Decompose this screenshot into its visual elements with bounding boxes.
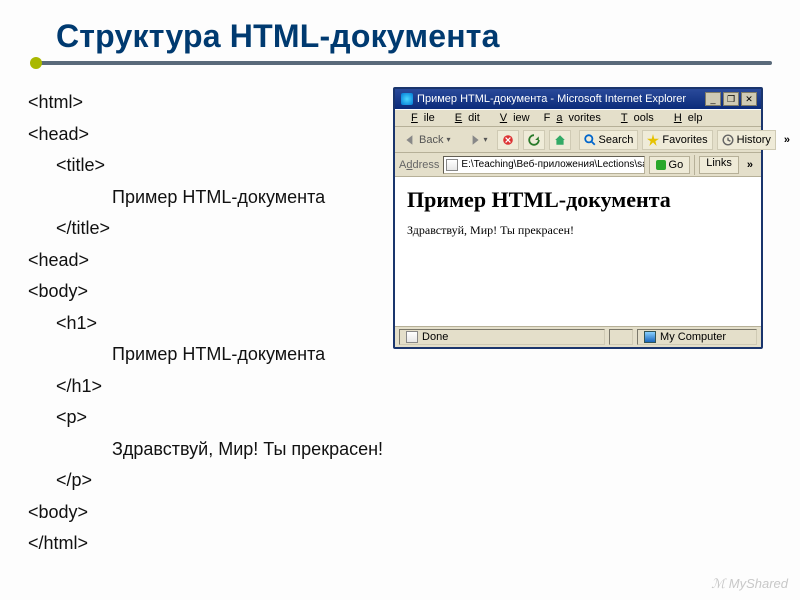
code-listing: <html> <head> <title> Пример HTML-докуме… xyxy=(28,87,383,560)
home-button[interactable] xyxy=(549,130,571,150)
code-line: <head> xyxy=(28,119,383,151)
code-line: </html> xyxy=(28,528,383,560)
search-icon xyxy=(584,134,596,146)
favorites-label: Favorites xyxy=(662,134,707,146)
code-line: Пример HTML-документа xyxy=(112,182,383,214)
code-line: <body> xyxy=(28,497,383,529)
links-overflow[interactable]: » xyxy=(743,159,757,171)
menu-file[interactable]: File xyxy=(399,111,441,125)
window-title: Пример HTML-документа - Microsoft Intern… xyxy=(417,93,686,105)
stop-icon xyxy=(502,134,514,146)
status-zone-label: My Computer xyxy=(660,331,726,343)
go-button[interactable]: Go xyxy=(649,156,691,174)
status-bar: Done My Computer xyxy=(395,327,761,347)
search-label: Search xyxy=(599,134,634,146)
ie-icon xyxy=(401,93,413,105)
window-controls: _ ❐ ✕ xyxy=(705,92,757,106)
code-line: <html> xyxy=(28,87,383,119)
status-empty xyxy=(609,329,633,345)
code-line: Здравствуй, Мир! Ты прекрасен! xyxy=(112,434,383,466)
code-line: <title> xyxy=(56,150,383,182)
back-label: Back xyxy=(419,134,443,146)
browser-viewport: Пример HTML-документа Здравствуй, Мир! Т… xyxy=(395,177,761,327)
status-zone: My Computer xyxy=(637,329,757,345)
history-icon xyxy=(722,134,734,146)
go-icon xyxy=(656,160,666,170)
toolbar: Back ▾ ▾ xyxy=(395,127,761,153)
watermark-text: MyShared xyxy=(729,576,788,591)
document-icon xyxy=(446,159,458,171)
code-line: </h1> xyxy=(56,371,383,403)
code-line: <p> xyxy=(56,402,383,434)
forward-button[interactable]: ▾ xyxy=(464,130,493,150)
search-button[interactable]: Search xyxy=(579,130,639,150)
menu-edit[interactable]: Edit xyxy=(443,111,486,125)
content-row: <html> <head> <title> Пример HTML-докуме… xyxy=(28,87,772,560)
page-heading: Пример HTML-документа xyxy=(407,187,749,213)
toolbar-separator xyxy=(694,155,695,175)
status-done: Done xyxy=(399,329,605,345)
computer-icon xyxy=(644,331,656,343)
menu-view[interactable]: View xyxy=(488,111,536,125)
forward-arrow-icon xyxy=(469,134,481,146)
code-line: <body> xyxy=(28,276,383,308)
refresh-icon xyxy=(528,134,540,146)
address-value: E:\Teaching\Веб-приложения\Lections\samp… xyxy=(461,159,644,170)
menubar: File Edit View Favorites Tools Help xyxy=(395,109,761,127)
minimize-button[interactable]: _ xyxy=(705,92,721,106)
address-bar: Address E:\Teaching\Веб-приложения\Lecti… xyxy=(395,153,761,177)
code-line: <head> xyxy=(28,245,383,277)
close-button[interactable]: ✕ xyxy=(741,92,757,106)
slide: Структура HTML-документа <html> <head> <… xyxy=(0,0,800,600)
chevron-down-icon: ▾ xyxy=(484,135,488,144)
slide-title: Структура HTML-документа xyxy=(56,18,772,55)
links-button[interactable]: Links xyxy=(699,156,739,174)
address-label: Address xyxy=(399,159,439,171)
toolbar-overflow[interactable]: » xyxy=(780,134,794,146)
back-arrow-icon xyxy=(404,134,416,146)
home-icon xyxy=(554,134,566,146)
document-icon xyxy=(406,331,418,343)
menu-favorites[interactable]: Favorites xyxy=(538,111,607,125)
favorites-button[interactable]: Favorites xyxy=(642,130,712,150)
menu-help[interactable]: Help xyxy=(662,111,709,125)
links-label: Links xyxy=(706,157,732,169)
back-button[interactable]: Back ▾ xyxy=(399,130,455,150)
watermark: ℳ MyShared xyxy=(711,576,788,592)
code-line: Пример HTML-документа xyxy=(112,339,383,371)
maximize-button[interactable]: ❐ xyxy=(723,92,739,106)
go-label: Go xyxy=(669,159,684,171)
refresh-button[interactable] xyxy=(523,130,545,150)
page-paragraph: Здравствуй, Мир! Ты прекрасен! xyxy=(407,223,749,238)
code-line: <h1> xyxy=(56,308,383,340)
chevron-down-icon: ▾ xyxy=(447,135,451,144)
stop-button[interactable] xyxy=(497,130,519,150)
titlebar[interactable]: Пример HTML-документа - Microsoft Intern… xyxy=(395,89,761,109)
menu-tools[interactable]: Tools xyxy=(609,111,660,125)
browser-window: Пример HTML-документа - Microsoft Intern… xyxy=(393,87,763,349)
code-line: </p> xyxy=(56,465,383,497)
star-icon xyxy=(647,134,659,146)
history-button[interactable]: History xyxy=(717,130,776,150)
code-line: </title> xyxy=(56,213,383,245)
address-input[interactable]: E:\Teaching\Веб-приложения\Lections\samp… xyxy=(443,156,644,174)
status-done-label: Done xyxy=(422,331,448,343)
title-underline xyxy=(32,61,772,65)
history-label: History xyxy=(737,134,771,146)
